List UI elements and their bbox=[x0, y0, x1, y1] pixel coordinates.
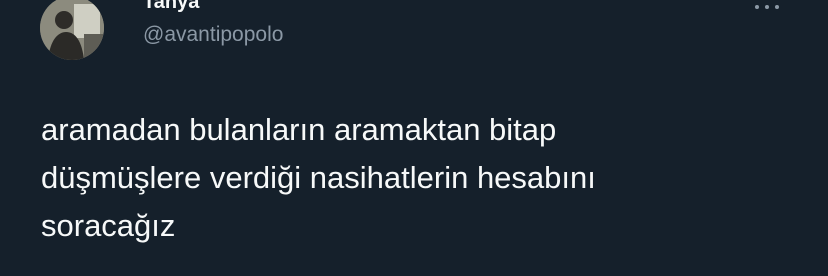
more-horizontal-icon bbox=[755, 5, 759, 9]
avatar-photo-icon bbox=[40, 0, 104, 60]
more-horizontal-icon bbox=[765, 5, 769, 9]
tweet-text: aramadan bulanların aramaktan bitap düşm… bbox=[41, 112, 596, 243]
more-horizontal-icon bbox=[775, 5, 779, 9]
user-handle[interactable]: @avantipopolo bbox=[143, 23, 283, 47]
tweet-card: Tanya @avantipopolo aramadan bulanların … bbox=[0, 0, 828, 276]
display-name[interactable]: Tanya bbox=[143, 0, 199, 14]
avatar[interactable] bbox=[40, 0, 104, 60]
more-options-button[interactable] bbox=[755, 0, 795, 14]
